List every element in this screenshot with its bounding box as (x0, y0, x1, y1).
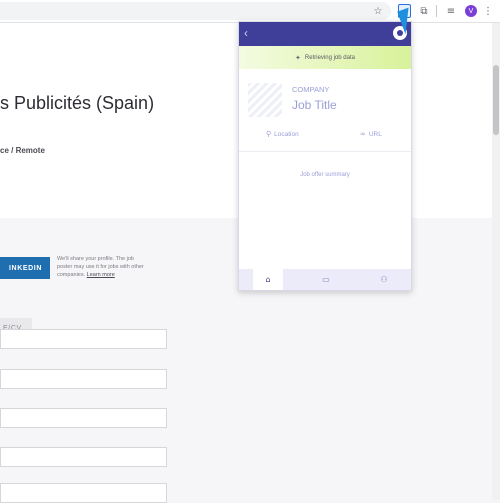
popup-header: ‹ (239, 22, 411, 46)
job-heading: s Publicités (Spain) (0, 93, 155, 113)
bookmark-star-icon[interactable]: ☆ (372, 3, 384, 19)
people-icon: ⚇ (380, 275, 388, 284)
back-chevron-icon[interactable]: ‹ (244, 26, 248, 40)
form-field-3[interactable] (0, 408, 167, 428)
browser-toolbar: ☆ ⧉ ≡ V ⋮ (0, 0, 500, 23)
toolbar-separator (436, 5, 437, 17)
linkedin-button-label: INKEDIN (9, 264, 42, 272)
browser-menu-icon[interactable]: ⋮ (483, 3, 493, 19)
location-field: ⚲ Location (266, 130, 299, 138)
job-breadcrumb: ce / Remote (0, 146, 45, 155)
popup-divider (239, 151, 411, 152)
sparkle-icon: ✦ (295, 53, 301, 62)
url-field[interactable]: ∞ URL (360, 130, 382, 138)
job-title: Job Title (292, 98, 337, 112)
job-offer-summary: Job offer summary (300, 172, 350, 178)
form-field-5[interactable] (0, 483, 167, 503)
linkedin-profile-note: We'll share your profile. The job poster… (57, 255, 149, 279)
company-name: COMPANY (292, 85, 330, 94)
apply-with-linkedin-button[interactable]: INKEDIN (0, 257, 50, 279)
scrollbar-thumb[interactable] (493, 65, 499, 135)
company-logo-placeholder (248, 83, 282, 117)
form-field-4[interactable] (0, 447, 167, 467)
tab-people[interactable]: ⚇ (369, 269, 399, 290)
form-field-1[interactable] (0, 329, 167, 349)
profile-initial: V (468, 7, 474, 15)
status-text: Retrieving job data (304, 54, 355, 61)
home-icon: ⌂ (265, 275, 271, 284)
url-label: URL (368, 130, 382, 138)
form-field-2[interactable] (0, 369, 167, 389)
person-pin-icon: ⚲ (266, 130, 272, 138)
location-label: Location (274, 130, 299, 138)
media-controls-icon[interactable]: ≡ (445, 3, 457, 19)
tab-home[interactable]: ⌂ (253, 269, 283, 290)
status-banner: ✦ Retrieving job data (239, 46, 411, 69)
extensions-puzzle-icon[interactable]: ⧉ (418, 3, 430, 19)
learn-more-link[interactable]: Learn more (87, 272, 115, 278)
popup-tab-bar: ⌂ ▭ ⚇ (239, 269, 411, 290)
link-icon: ∞ (360, 130, 366, 138)
page-scrollbar[interactable] (492, 23, 500, 500)
profile-avatar[interactable]: V (465, 5, 477, 17)
video-icon: ▭ (322, 275, 330, 284)
address-bar[interactable] (0, 2, 391, 20)
extension-popup: ‹ ✦ Retrieving job data COMPANY Job Titl… (238, 21, 412, 291)
tab-video[interactable]: ▭ (311, 269, 341, 290)
